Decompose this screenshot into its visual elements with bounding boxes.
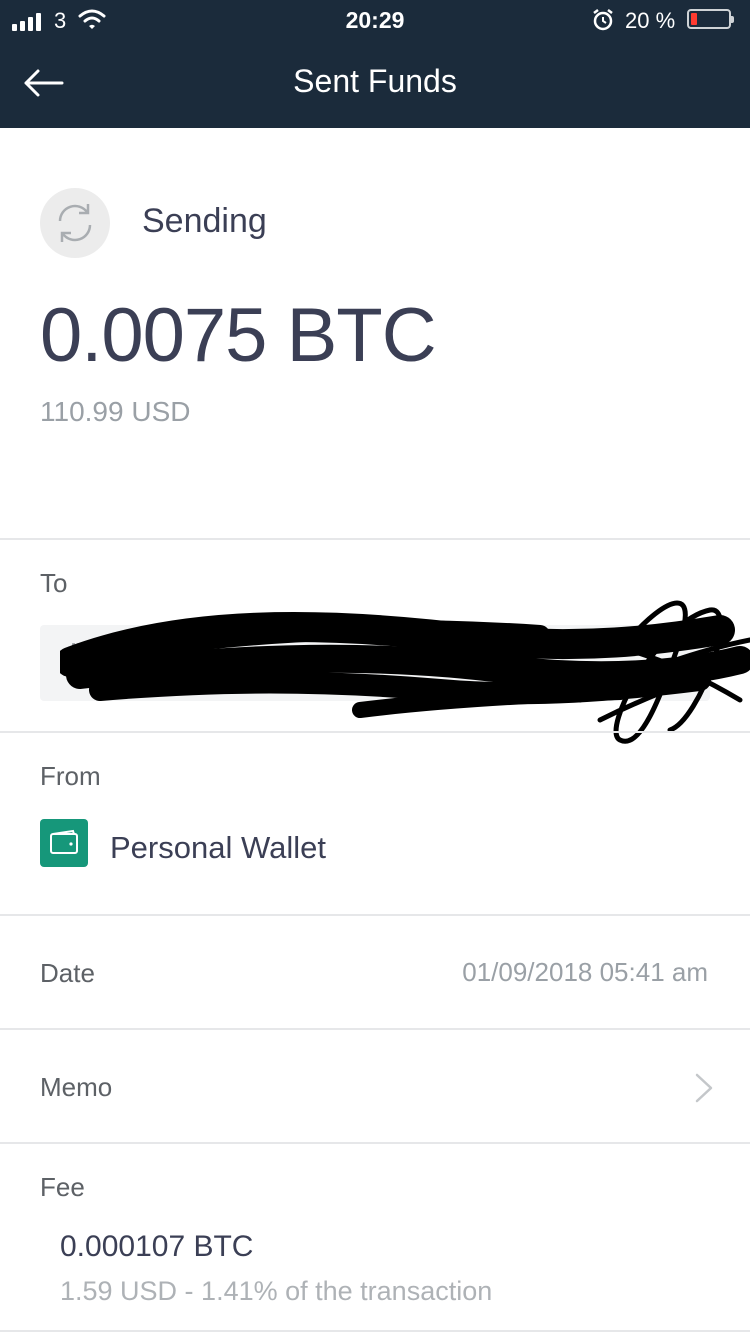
- fee-detail: 1.59 USD - 1.41% of the transaction: [60, 1276, 493, 1306]
- divider: [0, 538, 750, 540]
- status-bar: 3 20:29 20 %: [0, 0, 750, 40]
- fee-btc: 0.000107 BTC: [60, 1230, 254, 1263]
- divider: [0, 1330, 750, 1332]
- memo-label: Memo: [40, 1072, 113, 1102]
- battery-icon: [687, 9, 734, 29]
- chevron-right-icon[interactable]: [693, 1072, 715, 1104]
- refresh-icon: [40, 188, 110, 258]
- fiat-amount: 110.99 USD: [40, 396, 191, 427]
- divider: [0, 1142, 750, 1144]
- alarm-icon: [593, 9, 613, 31]
- battery-percent: 20 %: [625, 8, 676, 33]
- top-bar: 3 20:29 20 % Sent Funds: [0, 0, 750, 128]
- amount: 0.0075 BTC: [40, 292, 437, 379]
- amount-unit: BTC: [286, 293, 437, 378]
- from-label: From: [40, 761, 101, 791]
- divider: [0, 914, 750, 916]
- divider: [0, 731, 750, 733]
- transaction-status: Sending: [142, 202, 267, 240]
- page-title: Sent Funds: [293, 63, 457, 99]
- date-value: 01/09/2018 05:41 am: [462, 957, 708, 987]
- memo-row[interactable]: Memo: [0, 1030, 750, 1142]
- redaction-scribble: [60, 600, 750, 744]
- wallet-name[interactable]: Personal Wallet: [110, 830, 326, 866]
- date-label: Date: [40, 958, 95, 988]
- fee-label: Fee: [40, 1172, 85, 1202]
- wallet-icon: [40, 819, 88, 867]
- amount-value: 0.0075: [40, 293, 267, 378]
